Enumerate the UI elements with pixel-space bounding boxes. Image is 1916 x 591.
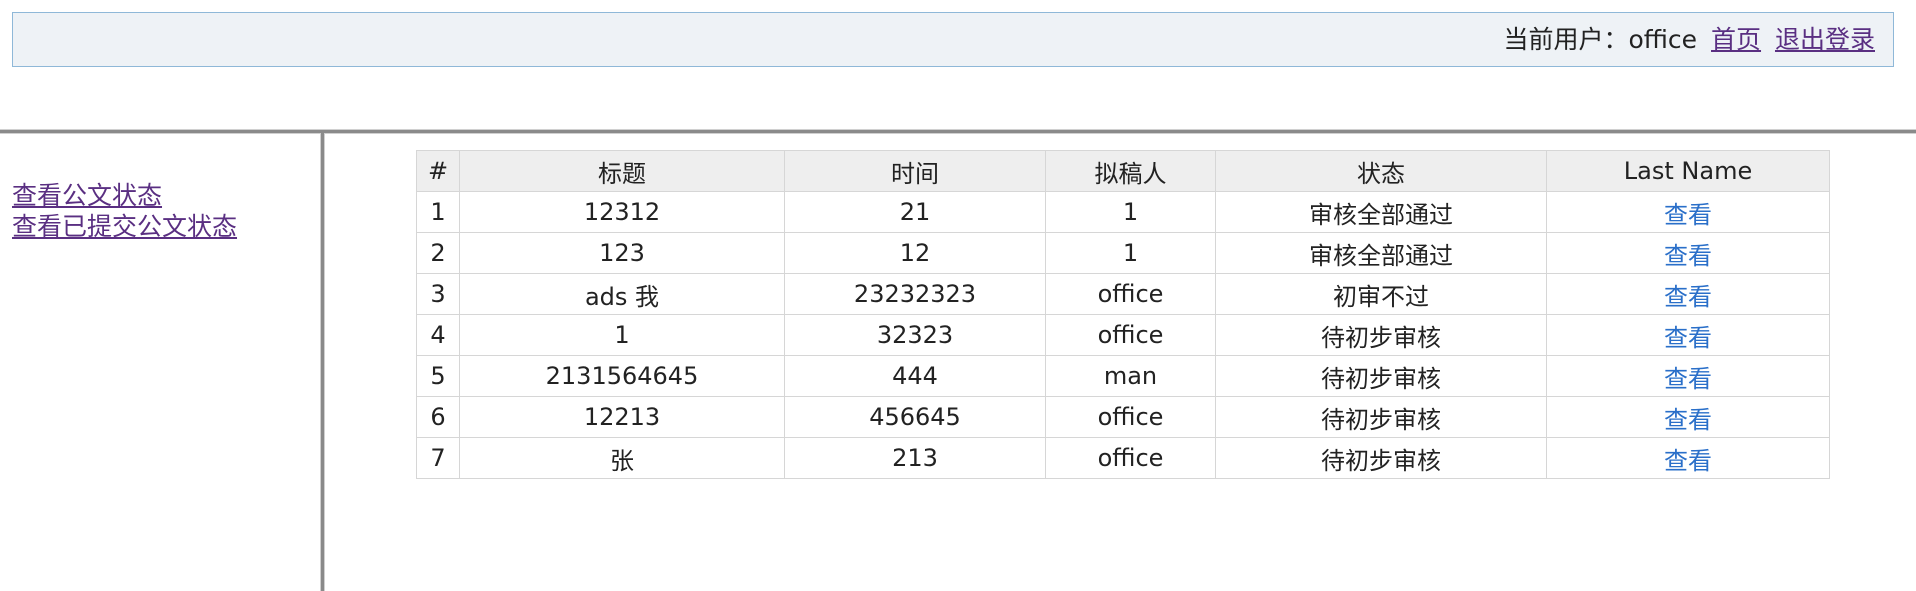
view-link[interactable]: 查看 <box>1664 365 1712 393</box>
view-link[interactable]: 查看 <box>1664 242 1712 270</box>
horizontal-frame-divider[interactable] <box>0 129 1916 134</box>
row-status: 初审不过 <box>1215 273 1547 315</box>
row-author: office <box>1045 273 1216 315</box>
row-author: office <box>1045 437 1216 479</box>
vertical-frame-divider[interactable] <box>320 133 325 591</box>
row-status: 待初步审核 <box>1215 437 1547 479</box>
row-action-cell: 查看 <box>1546 191 1830 233</box>
sidebar-item-view-submitted-doc-status[interactable]: 查看已提交公文状态 <box>12 211 312 242</box>
row-action-cell: 查看 <box>1546 355 1830 397</box>
table-row: 4 1 32323 office 待初步审核 查看 <box>416 314 1830 356</box>
sidebar-item-view-doc-status[interactable]: 查看公文状态 <box>12 180 312 211</box>
table-row: 3 ads 我 23232323 office 初审不过 查看 <box>416 273 1830 315</box>
row-time: 12 <box>784 232 1046 274</box>
row-title: 12312 <box>459 191 785 233</box>
row-number: 4 <box>416 314 460 356</box>
row-title: 2131564645 <box>459 355 785 397</box>
row-author: 1 <box>1045 191 1216 233</box>
row-number: 7 <box>416 437 460 479</box>
row-title: 张 <box>459 437 785 479</box>
table-row: 5 2131564645 444 man 待初步审核 查看 <box>416 355 1830 397</box>
table-row: 6 12213 456645 office 待初步审核 查看 <box>416 396 1830 438</box>
row-status: 审核全部通过 <box>1215 191 1547 233</box>
view-link[interactable]: 查看 <box>1664 201 1712 229</box>
row-author: man <box>1045 355 1216 397</box>
row-author: 1 <box>1045 232 1216 274</box>
row-action-cell: 查看 <box>1546 273 1830 315</box>
column-header-time: 时间 <box>784 150 1046 192</box>
row-time: 21 <box>784 191 1046 233</box>
row-number: 6 <box>416 396 460 438</box>
column-header-last-name: Last Name <box>1546 150 1830 192</box>
row-number: 5 <box>416 355 460 397</box>
table-row: 7 张 213 office 待初步审核 查看 <box>416 437 1830 479</box>
row-time: 444 <box>784 355 1046 397</box>
row-action-cell: 查看 <box>1546 437 1830 479</box>
row-action-cell: 查看 <box>1546 396 1830 438</box>
row-title: 12213 <box>459 396 785 438</box>
row-number: 1 <box>416 191 460 233</box>
row-action-cell: 查看 <box>1546 314 1830 356</box>
row-number: 2 <box>416 232 460 274</box>
table-row: 2 123 12 1 审核全部通过 查看 <box>416 232 1830 274</box>
row-time: 456645 <box>784 396 1046 438</box>
row-author: office <box>1045 396 1216 438</box>
view-link[interactable]: 查看 <box>1664 447 1712 475</box>
view-link[interactable]: 查看 <box>1664 324 1712 352</box>
view-link[interactable]: 查看 <box>1664 283 1712 311</box>
row-status: 审核全部通过 <box>1215 232 1547 274</box>
row-title: 123 <box>459 232 785 274</box>
row-status: 待初步审核 <box>1215 314 1547 356</box>
current-user-label: 当前用户：office <box>1503 25 1698 54</box>
row-number: 3 <box>416 273 460 315</box>
row-title: 1 <box>459 314 785 356</box>
row-author: office <box>1045 314 1216 356</box>
user-info-area: 当前用户：office 首页 退出登录 <box>1503 13 1875 66</box>
column-header-status: 状态 <box>1215 150 1547 192</box>
column-header-author: 拟稿人 <box>1045 150 1216 192</box>
row-action-cell: 查看 <box>1546 232 1830 274</box>
table-header-row: # 标题 时间 拟稿人 状态 Last Name <box>416 150 1830 192</box>
table-row: 1 12312 21 1 审核全部通过 查看 <box>416 191 1830 233</box>
sidebar-nav: 查看公文状态 查看已提交公文状态 <box>12 180 312 242</box>
top-header-bar: 当前用户：office 首页 退出登录 <box>12 12 1894 67</box>
row-time: 32323 <box>784 314 1046 356</box>
view-link[interactable]: 查看 <box>1664 406 1712 434</box>
row-status: 待初步审核 <box>1215 396 1547 438</box>
document-status-table: # 标题 时间 拟稿人 状态 Last Name 1 12312 21 1 审核… <box>416 150 1830 479</box>
home-link[interactable]: 首页 <box>1711 25 1761 54</box>
row-title: ads 我 <box>459 273 785 315</box>
row-status: 待初步审核 <box>1215 355 1547 397</box>
row-time: 23232323 <box>784 273 1046 315</box>
column-header-number: # <box>416 150 460 192</box>
column-header-title: 标题 <box>459 150 785 192</box>
logout-link[interactable]: 退出登录 <box>1775 25 1875 54</box>
row-time: 213 <box>784 437 1046 479</box>
